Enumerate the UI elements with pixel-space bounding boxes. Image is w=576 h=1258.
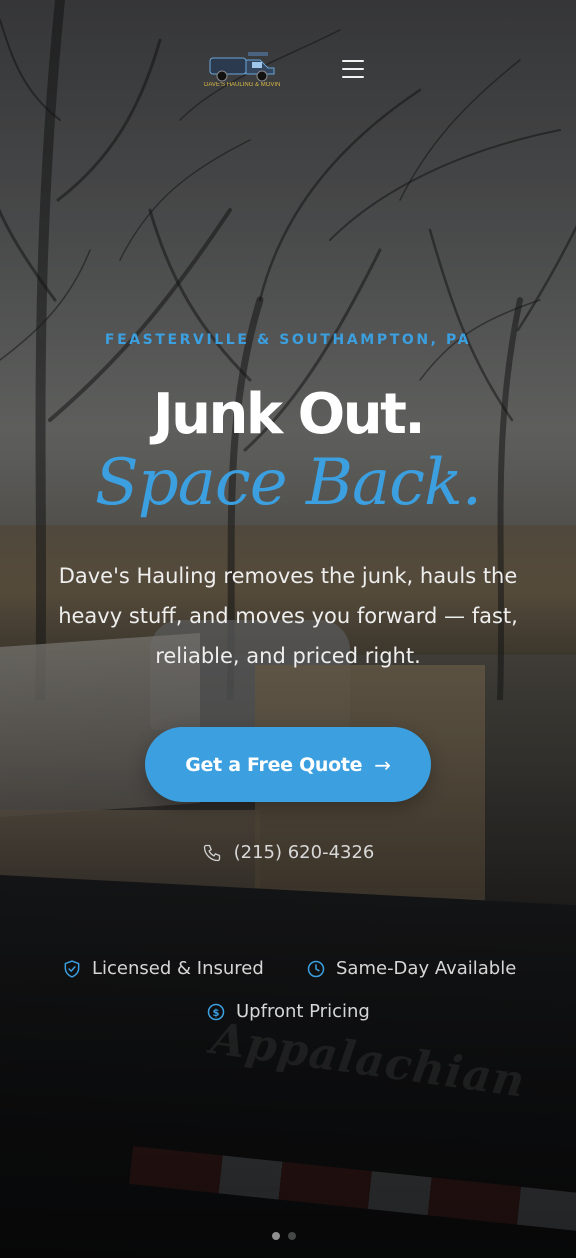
hero-subheadline: Space Back. [94, 446, 482, 520]
get-free-quote-button[interactable]: Get a Free Quote → [145, 727, 431, 802]
clock-icon [307, 960, 325, 977]
site-header: DAVE'S HAULING & MOVING [0, 0, 576, 120]
dollar-circle-icon: $ [207, 1003, 225, 1020]
hamburger-menu-icon[interactable] [340, 58, 366, 80]
phone-icon [203, 844, 220, 861]
logo-text: DAVE'S HAULING & MOVING [204, 82, 280, 88]
hero-location-eyebrow: FEASTERVILLE & SOUTHAMPTON, PA [104, 332, 472, 348]
carousel-dots [272, 1232, 296, 1240]
hero-headline: Junk Out. [152, 382, 426, 447]
badge-label: Upfront Pricing [236, 1001, 370, 1022]
badge-same-day: Same-Day Available [306, 958, 516, 979]
site-logo[interactable]: DAVE'S HAULING & MOVING [204, 46, 280, 92]
truck-logo-icon [209, 52, 275, 82]
badge-label: Same-Day Available [336, 958, 517, 979]
cta-label: Get a Free Quote [185, 753, 363, 776]
svg-text:$: $ [213, 1007, 220, 1018]
shield-check-icon [64, 959, 80, 978]
arrow-right-icon: → [374, 752, 391, 777]
phone-link[interactable]: (215) 620-4326 [0, 842, 576, 863]
badge-label: Licensed & Insured [92, 958, 264, 979]
badge-licensed-insured: Licensed & Insured [62, 958, 264, 979]
hero-description: Dave's Hauling removes the junk, hauls t… [58, 564, 518, 668]
carousel-dot[interactable] [272, 1232, 280, 1240]
phone-number: (215) 620-4326 [233, 842, 375, 863]
badge-upfront-pricing: $ Upfront Pricing [206, 1001, 370, 1022]
carousel-dot[interactable] [288, 1232, 296, 1240]
